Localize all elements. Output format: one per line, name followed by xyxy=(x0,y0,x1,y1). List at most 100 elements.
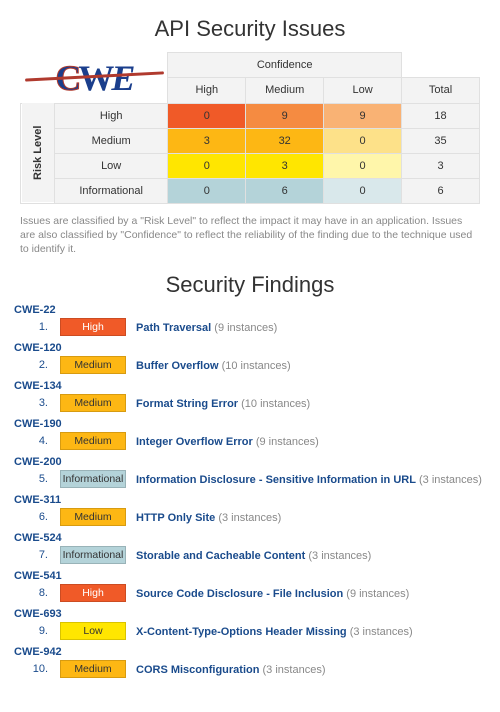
cwe-id[interactable]: CWE-311 xyxy=(14,494,482,506)
risk-badge: Low xyxy=(60,622,126,640)
risk-badge: Informational xyxy=(60,470,126,488)
matrix-cell: 3 xyxy=(246,153,324,178)
finding-index: 2. xyxy=(14,359,50,371)
findings-list: CWE-22 1. High Path Traversal (9 instances)… xyxy=(14,304,482,678)
finding-title[interactable]: Format String Error (10 instances) xyxy=(136,396,310,410)
cwe-logo: CWE xyxy=(21,53,168,103)
cwe-id[interactable]: CWE-200 xyxy=(14,456,482,468)
matrix-cell: 0 xyxy=(168,178,246,203)
instances-count: (10 instances) xyxy=(219,360,291,372)
finding-row: 1. High Path Traversal (9 instances) xyxy=(14,318,482,336)
finding-group: CWE-311 6. Medium HTTP Only Site (3 instanc… xyxy=(14,494,482,526)
finding-group: CWE-134 3.MediumFormat String Error (10 i… xyxy=(14,380,482,412)
matrix-cell: 3 xyxy=(168,128,246,153)
risk-level-header: Risk Level xyxy=(21,103,55,203)
cwe-id[interactable]: CWE-22 xyxy=(14,304,482,316)
instances-count: (9 instances) xyxy=(211,322,277,334)
conf-col-low: Low xyxy=(324,78,402,103)
risk-badge: High xyxy=(60,318,126,336)
finding-row: 7. Informational Storable and Cacheable Co… xyxy=(14,546,482,564)
finding-index: 5. xyxy=(14,473,50,485)
finding-index: 7. xyxy=(14,549,50,561)
risk-badge: Informational xyxy=(60,546,126,564)
instances-count: (10 instances) xyxy=(238,398,310,410)
total-col-header: Total xyxy=(402,78,480,103)
finding-index: 4. xyxy=(14,435,50,447)
caption-text: Issues are classified by a "Risk Level" … xyxy=(20,214,480,257)
risk-confidence-matrix: CWE Confidence High Medium Low Total Ris… xyxy=(20,52,480,204)
cwe-id[interactable]: CWE-541 xyxy=(14,570,482,582)
cwe-id[interactable]: CWE-120 xyxy=(14,342,482,354)
matrix-cell: 0 xyxy=(324,178,402,203)
risk-badge: Medium xyxy=(60,394,126,412)
finding-row: 10. Medium CORS Misconfiguration (3 instan… xyxy=(14,660,482,678)
instances-count: (3 instances) xyxy=(347,626,413,638)
matrix-cell: 9 xyxy=(324,103,402,128)
logo-cell: CWE xyxy=(21,53,168,104)
matrix-cell: 0 xyxy=(168,153,246,178)
finding-group: CWE-693 9. Low X-Content-Type-Options Heade… xyxy=(14,608,482,640)
risk-badge: High xyxy=(60,584,126,602)
finding-row: 6. Medium HTTP Only Site (3 instances) xyxy=(14,508,482,526)
finding-group: CWE-22 1. High Path Traversal (9 instances) xyxy=(14,304,482,336)
report-page: API Security Issues CWE Confidence High xyxy=(0,0,500,712)
risk-row-informational: Informational xyxy=(54,178,167,203)
confidence-header: Confidence xyxy=(168,53,402,78)
finding-group: CWE-200 5. Informational Information Disclo… xyxy=(14,456,482,488)
finding-title[interactable]: Buffer Overflow (10 instances) xyxy=(136,358,291,372)
matrix-cell: 32 xyxy=(246,128,324,153)
cwe-id[interactable]: CWE-190 xyxy=(14,418,482,430)
matrix-cell: 0 xyxy=(324,153,402,178)
finding-index: 6. xyxy=(14,511,50,523)
finding-title[interactable]: Source Code Disclosure - File Inclusion … xyxy=(136,586,409,600)
finding-title[interactable]: CORS Misconfiguration (3 instances) xyxy=(136,662,325,676)
finding-row: 5. Informational Information Disclosure - … xyxy=(14,470,482,488)
matrix-cell: 0 xyxy=(168,103,246,128)
findings-title: Security Findings xyxy=(0,272,500,298)
risk-badge: Medium xyxy=(60,508,126,526)
risk-row-high: High xyxy=(54,103,167,128)
row-total: 3 xyxy=(402,153,480,178)
matrix-table: CWE Confidence High Medium Low Total Ris… xyxy=(20,52,480,204)
matrix-cell: 0 xyxy=(324,128,402,153)
finding-group: CWE-524 7. Informational Storable and Cache… xyxy=(14,532,482,564)
instances-count: (3 instances) xyxy=(215,512,281,524)
row-total: 18 xyxy=(402,103,480,128)
finding-index: 10. xyxy=(14,663,50,675)
finding-title[interactable]: X-Content-Type-Options Header Missing (3… xyxy=(136,624,413,638)
instances-count: (3 instances) xyxy=(259,664,325,676)
finding-row: 2. Medium Buffer Overflow (10 instances) xyxy=(14,356,482,374)
conf-col-high: High xyxy=(168,78,246,103)
finding-index: 1. xyxy=(14,321,50,333)
finding-title[interactable]: Integer Overflow Error (9 instances) xyxy=(136,434,319,448)
finding-row: 3.MediumFormat String Error (10 instance… xyxy=(14,394,482,412)
risk-badge: Medium xyxy=(60,660,126,678)
cwe-id[interactable]: CWE-524 xyxy=(14,532,482,544)
cwe-id[interactable]: CWE-693 xyxy=(14,608,482,620)
risk-row-medium: Medium xyxy=(54,128,167,153)
instances-count: (3 instances) xyxy=(416,474,482,486)
finding-title[interactable]: HTTP Only Site (3 instances) xyxy=(136,510,281,524)
page-title: API Security Issues xyxy=(0,16,500,42)
risk-badge: Medium xyxy=(60,432,126,450)
finding-group: CWE-942 10. Medium CORS Misconfiguration (3… xyxy=(14,646,482,678)
row-total: 6 xyxy=(402,178,480,203)
cwe-id[interactable]: CWE-134 xyxy=(14,380,482,392)
conf-col-medium: Medium xyxy=(246,78,324,103)
finding-row: 8. High Source Code Disclosure - File Incl… xyxy=(14,584,482,602)
cwe-id[interactable]: CWE-942 xyxy=(14,646,482,658)
finding-group: CWE-190 4. Medium Integer Overflow Error (9… xyxy=(14,418,482,450)
instances-count: (9 instances) xyxy=(343,588,409,600)
risk-row-low: Low xyxy=(54,153,167,178)
finding-index: 8. xyxy=(14,587,50,599)
finding-group: CWE-120 2. Medium Buffer Overflow (10 insta… xyxy=(14,342,482,374)
finding-row: 9. Low X-Content-Type-Options Header Missi… xyxy=(14,622,482,640)
finding-title[interactable]: Path Traversal (9 instances) xyxy=(136,320,277,334)
finding-title[interactable]: Storable and Cacheable Content (3 instan… xyxy=(136,548,371,562)
finding-title[interactable]: Information Disclosure - Sensitive Infor… xyxy=(136,472,482,486)
instances-count: (9 instances) xyxy=(253,436,319,448)
finding-index: 9. xyxy=(14,625,50,637)
instances-count: (3 instances) xyxy=(305,550,371,562)
matrix-cell: 9 xyxy=(246,103,324,128)
risk-badge: Medium xyxy=(60,356,126,374)
